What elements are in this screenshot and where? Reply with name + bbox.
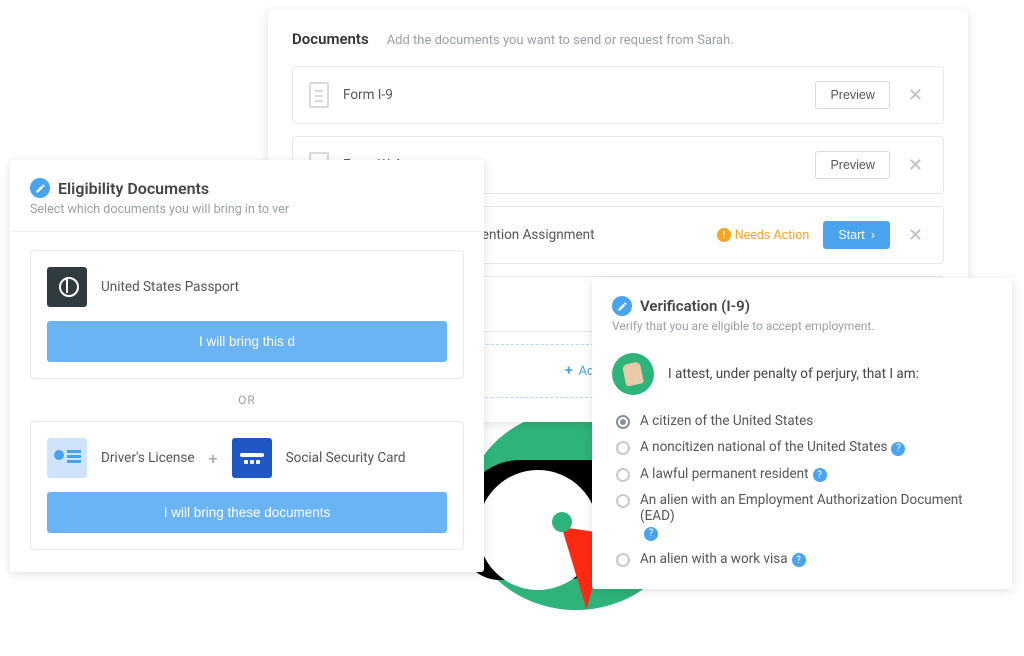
pencil-icon xyxy=(612,296,632,316)
radio-icon xyxy=(616,415,630,429)
option-label: An alien with an Employment Authorizatio… xyxy=(640,492,963,524)
remove-document-button[interactable]: ✕ xyxy=(904,85,927,106)
help-icon[interactable]: ? xyxy=(813,468,827,482)
eligibility-card: Eligibility Documents Select which docum… xyxy=(10,160,484,572)
attestation-options: A citizen of the United States A nonciti… xyxy=(612,413,992,567)
attestation-option[interactable]: An alien with an Employment Authorizatio… xyxy=(616,492,992,541)
attest-icon xyxy=(612,353,654,395)
file-icon xyxy=(309,82,329,108)
eligibility-option-license-ssn: Driver's License + Social Security Card … xyxy=(30,421,464,550)
needs-action-label: Needs Action xyxy=(735,228,810,243)
attest-text: I attest, under penalty of perjury, that… xyxy=(668,366,919,382)
start-button-label: Start xyxy=(838,228,864,242)
or-separator: OR xyxy=(30,393,464,407)
help-icon[interactable]: ? xyxy=(644,527,658,541)
license-label: Driver's License xyxy=(101,450,195,466)
bring-passport-button[interactable]: I will bring this d xyxy=(47,321,447,362)
attestation-option[interactable]: A citizen of the United States xyxy=(616,413,992,429)
document-name: Form I-9 xyxy=(343,87,801,103)
option-label: An alien with a work visa xyxy=(640,551,788,567)
verification-title: Verification (I-9) xyxy=(640,297,750,315)
remove-document-button[interactable]: ✕ xyxy=(904,225,927,246)
documents-header: Documents Add the documents you want to … xyxy=(292,30,944,48)
help-icon[interactable]: ? xyxy=(792,553,806,567)
documents-subtitle: Add the documents you want to send or re… xyxy=(387,33,734,48)
ssn-icon xyxy=(232,438,272,478)
attestation-option[interactable]: A noncitizen national of the United Stat… xyxy=(616,439,992,456)
preview-button[interactable]: Preview xyxy=(815,151,889,179)
eligibility-subtitle: Select which documents you will bring in… xyxy=(30,202,464,217)
option-label: A noncitizen national of the United Stat… xyxy=(640,439,887,455)
pencil-icon xyxy=(30,178,50,198)
help-icon[interactable]: ? xyxy=(891,442,905,456)
plus-icon: + xyxy=(565,363,573,379)
attestation-option[interactable]: A lawful permanent resident? xyxy=(616,466,992,483)
eligibility-title: Eligibility Documents xyxy=(58,179,209,198)
option-label: A lawful permanent resident xyxy=(640,466,809,482)
attestation-option[interactable]: An alien with a work visa? xyxy=(616,551,992,568)
passport-icon xyxy=(47,267,87,307)
needs-action-badge: ! Needs Action xyxy=(717,228,810,243)
start-button[interactable]: Start › xyxy=(823,221,890,249)
radio-icon xyxy=(616,441,630,455)
radio-icon xyxy=(616,494,630,508)
verification-subtitle: Verify that you are eligible to accept e… xyxy=(612,319,992,333)
plus-separator: + xyxy=(209,449,218,468)
option-label: A citizen of the United States xyxy=(640,413,813,429)
ssn-label: Social Security Card xyxy=(286,450,406,466)
passport-label: United States Passport xyxy=(101,279,239,295)
license-icon xyxy=(47,438,87,478)
remove-document-button[interactable]: ✕ xyxy=(904,155,927,176)
alert-icon: ! xyxy=(717,228,731,242)
preview-button[interactable]: Preview xyxy=(815,81,889,109)
eligibility-header: Eligibility Documents Select which docum… xyxy=(10,160,484,232)
documents-title: Documents xyxy=(292,30,369,48)
radio-icon xyxy=(616,553,630,567)
chevron-right-icon: › xyxy=(871,228,875,242)
verification-card: Verification (I-9) Verify that you are e… xyxy=(592,278,1012,589)
radio-icon xyxy=(616,468,630,482)
eligibility-option-passport: United States Passport I will bring this… xyxy=(30,250,464,379)
document-row: Form I-9 Preview ✕ xyxy=(292,66,944,124)
decor-green-dot xyxy=(552,512,572,532)
bring-license-ssn-button[interactable]: I will bring these documents xyxy=(47,492,447,533)
